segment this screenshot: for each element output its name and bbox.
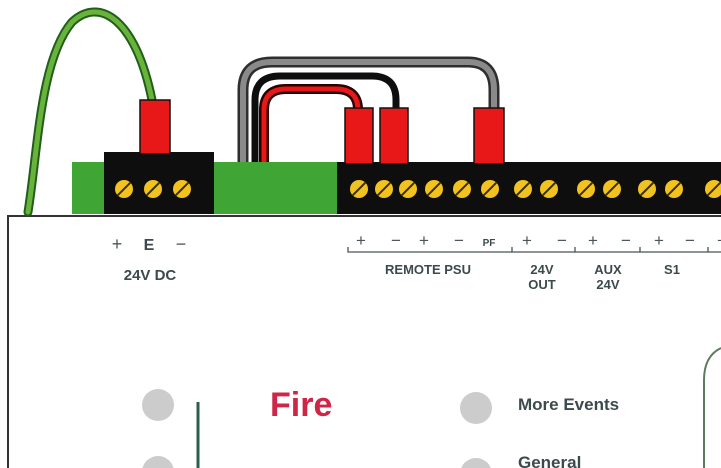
screw-terminal-left-3[interactable] [173, 180, 191, 198]
symbol-aux-24v-2: − [621, 231, 631, 250]
symbol-remote-psu-5: PF [483, 238, 496, 249]
screw-terminal-right-3[interactable] [399, 180, 417, 198]
red-plug-psu-plus[interactable] [344, 107, 374, 165]
screw-terminal-right-7[interactable] [514, 180, 532, 198]
screw-terminal-right-2[interactable] [375, 180, 393, 198]
symbol-s1-1: + [654, 231, 664, 250]
group-label-aux-24v: AUX [594, 262, 622, 277]
group-label-s1: S1 [664, 262, 680, 277]
group-label-remote-psu: REMOTE PSU [385, 262, 471, 277]
symbol-remote-psu-2: − [391, 231, 401, 250]
wiring-diagram: + E − 24V DC + − + − PFREMOTE PSU+ −24VOUT+ −A… [7, 7, 721, 468]
indicator-label-general: General [518, 453, 581, 468]
screw-terminal-right-8[interactable] [540, 180, 558, 198]
red-wire-core [261, 86, 361, 162]
led-more-events [460, 392, 492, 424]
group-label-24v-out: 24V [530, 262, 553, 277]
symbol-remote-psu-1: + [356, 231, 366, 250]
screw-terminal-right-12[interactable] [665, 180, 683, 198]
screw-terminal-left-2[interactable] [144, 180, 162, 198]
left-polarity-minus: − [176, 234, 187, 254]
panel-title-fire: Fire [270, 386, 332, 424]
indicator-label-more-events: More Events [518, 395, 619, 414]
pcb-strip-left [72, 162, 104, 214]
screw-terminal-right-9[interactable] [577, 180, 595, 198]
screw-terminal-left-1[interactable] [115, 180, 133, 198]
screw-terminal-right-5[interactable] [453, 180, 471, 198]
group-label-24v-out-line-2: OUT [528, 277, 556, 292]
left-polarity-earth: E [144, 237, 155, 254]
screw-terminal-right-1[interactable] [350, 180, 368, 198]
symbol-s2-1: + [717, 231, 721, 250]
red-plug-pf[interactable] [473, 107, 505, 165]
red-plug-earth[interactable] [139, 99, 171, 155]
red-wire [259, 84, 363, 162]
screw-terminal-right-6[interactable] [481, 180, 499, 198]
left-terminal-label: 24V DC [124, 267, 177, 284]
pcb-strip-middle [214, 162, 338, 214]
symbol-remote-psu-4: − [454, 231, 464, 250]
symbol-s1-2: − [685, 231, 695, 250]
led-indicator-left-1 [142, 389, 174, 421]
symbol-aux-24v-1: + [588, 231, 598, 250]
red-plug-psu-minus[interactable] [379, 107, 409, 165]
symbol-24v-out-2: − [557, 231, 567, 250]
symbol-24v-out-1: + [522, 231, 532, 250]
group-label-aux-24v-line-2: 24V [596, 277, 619, 292]
screw-terminal-right-11[interactable] [638, 180, 656, 198]
screw-terminal-right-4[interactable] [425, 180, 443, 198]
symbol-remote-psu-3: + [419, 231, 429, 250]
left-polarity-plus: + [112, 234, 123, 254]
screw-terminal-right-10[interactable] [603, 180, 621, 198]
